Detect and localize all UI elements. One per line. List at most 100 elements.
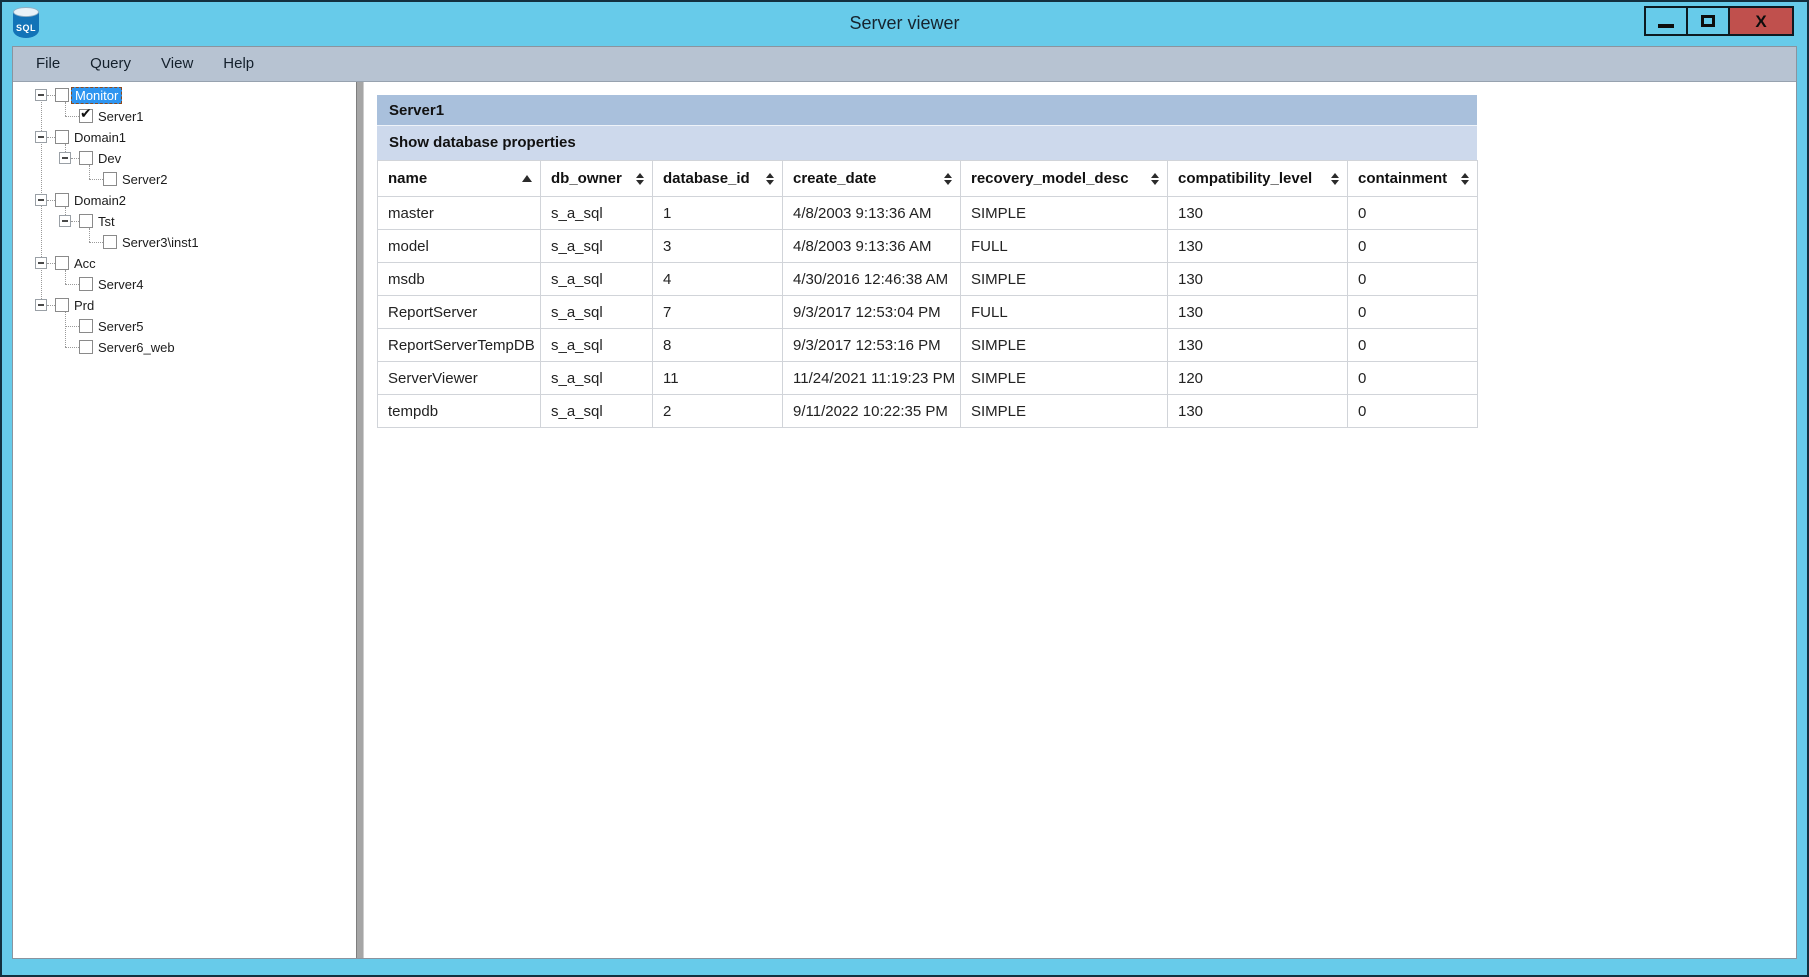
column-header-db-owner[interactable]: db_owner: [541, 161, 653, 197]
cell-db-owner[interactable]: s_a_sql: [541, 230, 653, 263]
tree-collapse-minus-icon[interactable]: [35, 89, 47, 101]
cell-database-id[interactable]: 2: [653, 395, 783, 428]
titlebar[interactable]: SQL Server viewer X: [2, 2, 1807, 44]
cell-recovery-model-desc[interactable]: SIMPLE: [961, 197, 1168, 230]
cell-create-date[interactable]: 4/30/2016 12:46:38 AM: [783, 263, 961, 296]
tree-checkbox-server3-inst1[interactable]: [103, 235, 117, 249]
tree-node-server5[interactable]: Server5: [13, 316, 356, 337]
tree-checkbox-domain1[interactable]: [55, 130, 69, 144]
cell-compatibility-level[interactable]: 130: [1168, 197, 1348, 230]
cell-create-date[interactable]: 4/8/2003 9:13:36 AM: [783, 230, 961, 263]
cell-containment[interactable]: 0: [1348, 362, 1478, 395]
cell-db-owner[interactable]: s_a_sql: [541, 197, 653, 230]
cell-containment[interactable]: 0: [1348, 263, 1478, 296]
cell-create-date[interactable]: 9/3/2017 12:53:04 PM: [783, 296, 961, 329]
tree-node-dev[interactable]: Dev: [13, 148, 356, 169]
menu-item-view[interactable]: View: [146, 47, 208, 81]
tree-node-label[interactable]: Server6_web: [95, 339, 178, 356]
cell-db-owner[interactable]: s_a_sql: [541, 296, 653, 329]
tree-node-label[interactable]: Server2: [119, 171, 171, 188]
cell-name[interactable]: ReportServerTempDB: [378, 329, 541, 362]
tree-checkbox-server2[interactable]: [103, 172, 117, 186]
column-header-name[interactable]: name: [378, 161, 541, 197]
menu-item-query[interactable]: Query: [75, 47, 146, 81]
tree-node-label[interactable]: Dev: [95, 150, 124, 167]
cell-recovery-model-desc[interactable]: SIMPLE: [961, 362, 1168, 395]
tree-collapse-minus-icon[interactable]: [35, 299, 47, 311]
table-row-tempdb[interactable]: tempdbs_a_sql29/11/2022 10:22:35 PMSIMPL…: [378, 395, 1478, 428]
cell-compatibility-level[interactable]: 130: [1168, 263, 1348, 296]
tree-collapse-minus-icon[interactable]: [35, 131, 47, 143]
cell-create-date[interactable]: 11/24/2021 11:19:23 PM: [783, 362, 961, 395]
tree-checkbox-tst[interactable]: [79, 214, 93, 228]
cell-database-id[interactable]: 1: [653, 197, 783, 230]
cell-db-owner[interactable]: s_a_sql: [541, 362, 653, 395]
cell-recovery-model-desc[interactable]: SIMPLE: [961, 395, 1168, 428]
tree-node-server3-inst1[interactable]: Server3\inst1: [13, 232, 356, 253]
tree-checkbox-server6-web[interactable]: [79, 340, 93, 354]
tree-checkbox-dev[interactable]: [79, 151, 93, 165]
tree-checkbox-domain2[interactable]: [55, 193, 69, 207]
cell-name[interactable]: msdb: [378, 263, 541, 296]
table-row-serverviewer[interactable]: ServerViewers_a_sql1111/24/2021 11:19:23…: [378, 362, 1478, 395]
column-header-recovery-model-desc[interactable]: recovery_model_desc: [961, 161, 1168, 197]
tree-node-label[interactable]: Monitor: [71, 87, 122, 104]
tree-node-server2[interactable]: Server2: [13, 169, 356, 190]
cell-create-date[interactable]: 4/8/2003 9:13:36 AM: [783, 197, 961, 230]
tree-node-label[interactable]: Server4: [95, 276, 147, 293]
cell-compatibility-level[interactable]: 130: [1168, 230, 1348, 263]
table-row-msdb[interactable]: msdbs_a_sql44/30/2016 12:46:38 AMSIMPLE1…: [378, 263, 1478, 296]
cell-create-date[interactable]: 9/11/2022 10:22:35 PM: [783, 395, 961, 428]
close-button[interactable]: X: [1728, 6, 1794, 36]
cell-database-id[interactable]: 4: [653, 263, 783, 296]
cell-containment[interactable]: 0: [1348, 197, 1478, 230]
cell-compatibility-level[interactable]: 130: [1168, 395, 1348, 428]
cell-containment[interactable]: 0: [1348, 329, 1478, 362]
tree-node-prd[interactable]: Prd: [13, 295, 356, 316]
table-row-model[interactable]: models_a_sql34/8/2003 9:13:36 AMFULL1300: [378, 230, 1478, 263]
menu-item-help[interactable]: Help: [208, 47, 269, 81]
menu-item-file[interactable]: File: [21, 47, 75, 81]
cell-recovery-model-desc[interactable]: FULL: [961, 230, 1168, 263]
tree-checkbox-prd[interactable]: [55, 298, 69, 312]
tree-node-label[interactable]: Prd: [71, 297, 97, 314]
cell-database-id[interactable]: 8: [653, 329, 783, 362]
cell-name[interactable]: model: [378, 230, 541, 263]
cell-containment[interactable]: 0: [1348, 296, 1478, 329]
cell-recovery-model-desc[interactable]: FULL: [961, 296, 1168, 329]
tree-node-server1[interactable]: ✔Server1: [13, 106, 356, 127]
tree-collapse-minus-icon[interactable]: [35, 257, 47, 269]
tree-node-label[interactable]: Domain1: [71, 129, 129, 146]
cell-name[interactable]: master: [378, 197, 541, 230]
cell-database-id[interactable]: 7: [653, 296, 783, 329]
cell-create-date[interactable]: 9/3/2017 12:53:16 PM: [783, 329, 961, 362]
cell-recovery-model-desc[interactable]: SIMPLE: [961, 329, 1168, 362]
cell-compatibility-level[interactable]: 130: [1168, 296, 1348, 329]
cell-compatibility-level[interactable]: 120: [1168, 362, 1348, 395]
tree-node-domain1[interactable]: Domain1: [13, 127, 356, 148]
tree-node-label[interactable]: Server5: [95, 318, 147, 335]
tree-node-label[interactable]: Acc: [71, 255, 99, 272]
cell-name[interactable]: tempdb: [378, 395, 541, 428]
tree-collapse-minus-icon[interactable]: [35, 194, 47, 206]
cell-name[interactable]: ReportServer: [378, 296, 541, 329]
tree-node-label[interactable]: Server3\inst1: [119, 234, 202, 251]
tree-node-tst[interactable]: Tst: [13, 211, 356, 232]
tree-node-label[interactable]: Domain2: [71, 192, 129, 209]
tree-collapse-minus-icon[interactable]: [59, 152, 71, 164]
tree-node-acc[interactable]: Acc: [13, 253, 356, 274]
cell-containment[interactable]: 0: [1348, 395, 1478, 428]
tree-node-domain2[interactable]: Domain2: [13, 190, 356, 211]
splitter-handle[interactable]: [356, 82, 364, 958]
cell-db-owner[interactable]: s_a_sql: [541, 395, 653, 428]
tree-node-monitor[interactable]: Monitor: [13, 85, 356, 106]
tree-node-server4[interactable]: Server4: [13, 274, 356, 295]
cell-db-owner[interactable]: s_a_sql: [541, 329, 653, 362]
column-header-create-date[interactable]: create_date: [783, 161, 961, 197]
tree-node-label[interactable]: Server1: [95, 108, 147, 125]
cell-compatibility-level[interactable]: 130: [1168, 329, 1348, 362]
cell-recovery-model-desc[interactable]: SIMPLE: [961, 263, 1168, 296]
cell-db-owner[interactable]: s_a_sql: [541, 263, 653, 296]
tree-node-label[interactable]: Tst: [95, 213, 118, 230]
tree-checkbox-server5[interactable]: [79, 319, 93, 333]
